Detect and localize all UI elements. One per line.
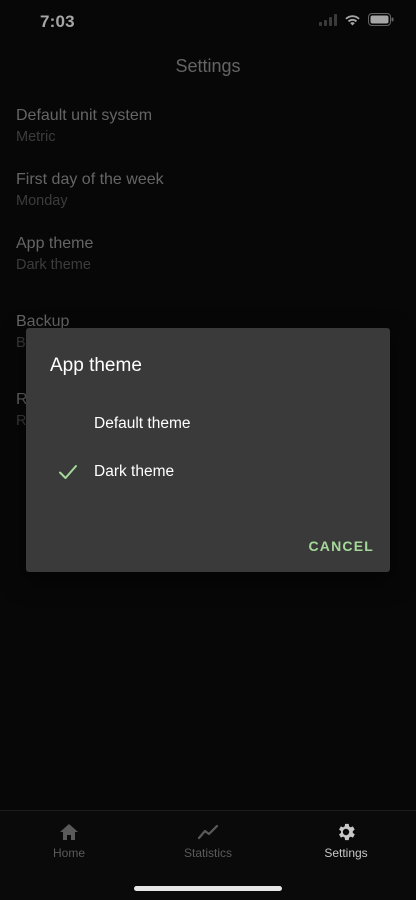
- tab-settings[interactable]: Settings: [277, 821, 415, 865]
- option-label: Dark theme: [94, 463, 175, 480]
- cancel-button[interactable]: CANCEL: [308, 538, 374, 554]
- app-theme-dialog: App theme Default theme Dark theme CANCE…: [26, 328, 390, 572]
- theme-option-default[interactable]: Default theme: [26, 402, 390, 446]
- tab-statistics[interactable]: Statistics: [139, 821, 277, 865]
- tab-label: Home: [52, 846, 85, 860]
- checkmark-icon: [58, 463, 78, 481]
- screen: 7:03 Settings Default unit system Metric…: [0, 0, 416, 900]
- theme-option-dark[interactable]: Dark theme: [26, 450, 390, 494]
- gear-icon: [335, 821, 357, 843]
- tab-label: Settings: [324, 846, 368, 860]
- home-icon: [58, 821, 80, 843]
- dialog-title: App theme: [50, 355, 142, 376]
- option-label: Default theme: [94, 415, 191, 432]
- tab-home[interactable]: Home: [0, 821, 138, 865]
- chart-line-icon: [197, 821, 219, 843]
- home-indicator[interactable]: [134, 886, 282, 891]
- tab-label: Statistics: [183, 846, 232, 860]
